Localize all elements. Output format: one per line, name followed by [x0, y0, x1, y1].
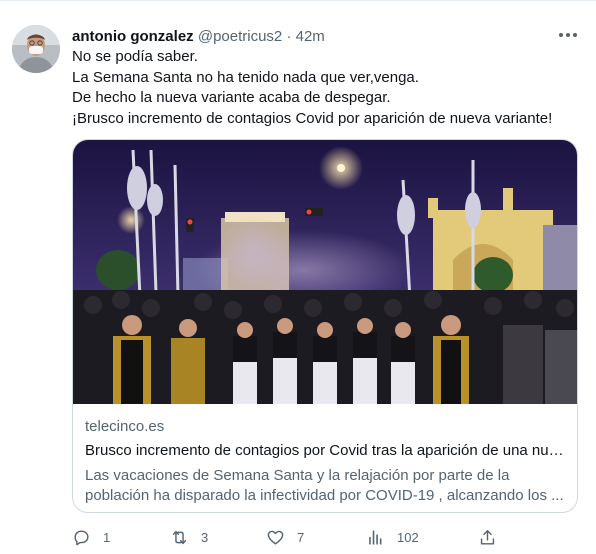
- tweet-line: No se podía saber.: [72, 48, 198, 65]
- card-image[interactable]: [73, 140, 578, 404]
- more-horizontal-icon: [559, 33, 577, 37]
- reply-count: 1: [103, 529, 111, 545]
- author-name[interactable]: antonio gonzalez: [72, 28, 194, 45]
- views-count: 102: [397, 529, 419, 545]
- avatar[interactable]: [12, 25, 60, 73]
- like-button[interactable]: 7: [266, 525, 304, 549]
- tweet[interactable]: antonio gonzalez @poetricus2 · 42m No se…: [0, 0, 596, 554]
- tweet-header: antonio gonzalez @poetricus2 · 42m: [72, 27, 325, 47]
- avatar-image: [12, 25, 60, 73]
- card-description: Las vacaciones de Semana Santa y la rela…: [85, 467, 564, 504]
- tweet-line: La Semana Santa no ha tenido nada que ve…: [72, 68, 419, 86]
- card-title: Brusco incremento de contagios por Covid…: [85, 442, 569, 459]
- more-options-button[interactable]: [556, 25, 580, 45]
- reply-icon: [74, 529, 89, 545]
- tweet-time[interactable]: 42m: [296, 28, 325, 45]
- views-icon: [369, 529, 382, 545]
- tweet-actions: 1 3 7 102: [72, 525, 502, 549]
- reply-button[interactable]: 1: [72, 525, 110, 549]
- share-button[interactable]: [478, 525, 497, 549]
- card-domain: telecinco.es: [85, 418, 165, 435]
- tweet-line: De hecho la nueva variante acaba de desp…: [72, 89, 391, 106]
- link-card[interactable]: telecinco.es Brusco incremento de contag…: [72, 139, 578, 513]
- separator-dot: ·: [286, 28, 292, 45]
- author-handle[interactable]: @poetricus2: [198, 28, 282, 45]
- tweet-text: No se podía saber. La Semana Santa no ha…: [72, 47, 572, 129]
- tweet-line: ¡Brusco incremento de contagios Covid po…: [72, 109, 553, 127]
- like-count: 7: [297, 529, 305, 545]
- share-icon: [480, 529, 495, 545]
- heart-icon: [267, 530, 284, 545]
- card-text[interactable]: telecinco.es Brusco incremento de contag…: [85, 417, 569, 506]
- retweet-icon: [172, 530, 187, 544]
- retweet-count: 3: [201, 529, 209, 545]
- retweet-button[interactable]: 3: [170, 525, 208, 549]
- views-button[interactable]: 102: [366, 525, 419, 549]
